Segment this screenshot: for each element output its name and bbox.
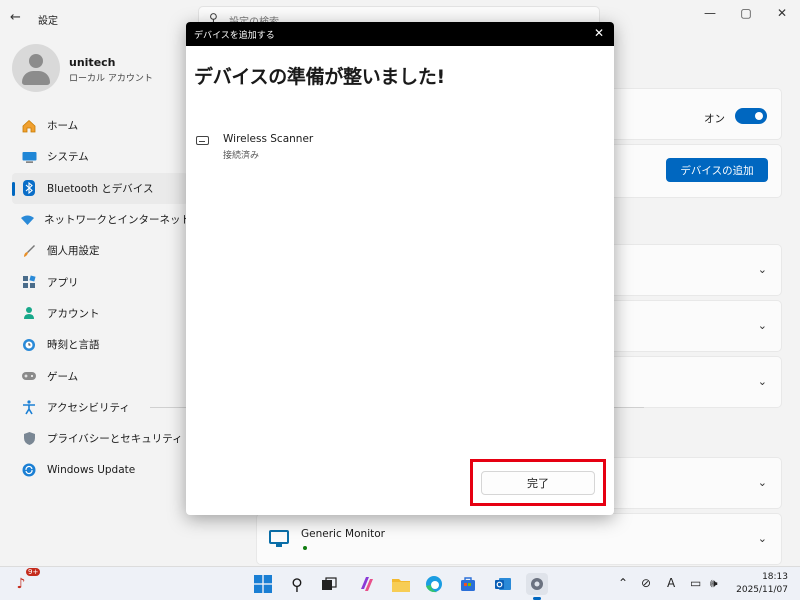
dialog-close-button[interactable]: ✕ [594,26,604,40]
user-name: unitech [69,56,116,69]
start-button[interactable] [252,573,274,595]
sidebar-item-apps[interactable]: アプリ [12,266,188,297]
apps-icon [20,274,38,290]
sidebar-item-label: アカウント [47,307,100,320]
add-device-dialog: デバイスを追加する ✕ デバイスの準備が整いました! Wireless Scan… [186,22,614,515]
account-icon [20,305,38,321]
edge-icon[interactable] [423,573,445,595]
search-icon[interactable]: ⚲ [286,573,308,595]
sidebar-item-label: システム [47,151,89,164]
sidebar-item-label: ネットワークとインターネット [44,214,191,227]
dialog-heading: デバイスの準備が整いました! [194,66,445,88]
bluetooth-toggle-label: オン [704,113,725,125]
shield-icon [20,431,38,447]
copilot-icon[interactable] [356,573,378,595]
account-type: ローカル アカウント [69,74,153,84]
display-icon[interactable]: ▭ [690,576,701,590]
monitor-icon [269,530,289,547]
connected-status-dot [303,546,307,550]
ime-indicator[interactable]: A [667,576,675,590]
highlight-frame: 完了 [470,459,606,506]
settings-gear-icon[interactable] [526,573,548,595]
app-title: 設定 [38,16,58,27]
avatar [12,44,60,92]
sidebar-nav: ホーム システム Bluetooth とデバイス ネットワークとインターネット … [12,110,191,486]
accessibility-icon [20,399,38,415]
sidebar-item-accounts[interactable]: アカウント [12,298,188,329]
chevron-down-icon: ⌄ [757,532,767,545]
back-arrow-icon[interactable]: ← [10,10,26,26]
clock-date[interactable]: 2025/11/07 [736,585,788,595]
speaker-icon[interactable]: 🕪 [710,576,718,591]
task-view-icon[interactable] [318,573,340,595]
clock-globe-icon [20,337,38,353]
widgets-icon[interactable]: ♪ [10,573,32,595]
sidebar-item-time-language[interactable]: 時刻と言語 [12,329,188,360]
chevron-down-icon: ⌄ [757,263,767,276]
sidebar-item-bluetooth[interactable]: Bluetooth とデバイス [12,172,188,204]
chevron-down-icon: ⌄ [757,319,767,332]
chevron-down-icon: ⌄ [757,476,767,489]
network-off-icon[interactable]: ⊘ [641,576,651,590]
sidebar-item-system[interactable]: システム [12,141,188,172]
home-icon [20,118,38,134]
brush-icon [20,243,38,259]
device-name: Wireless Scanner [223,133,314,145]
gamepad-icon [20,368,38,384]
clock-time[interactable]: 18:13 [762,572,788,582]
sidebar-item-label: ホーム [47,120,79,133]
sidebar-item-gaming[interactable]: ゲーム [12,360,188,391]
device-status: 接続済み [223,151,260,161]
keyboard-icon [196,136,209,145]
dialog-title: デバイスを追加する [194,31,275,41]
dialog-title-bar: デバイスを追加する ✕ [186,22,614,46]
show-hidden-icons-icon[interactable]: ⌃ [618,576,628,590]
notification-badge: 9+ [26,568,41,576]
update-icon [20,462,38,478]
sidebar-item-label: ゲーム [47,370,79,383]
divider [614,407,644,408]
generic-monitor-card[interactable]: Generic Monitor ⌄ [256,513,782,565]
sidebar-item-label: アプリ [47,276,79,289]
outlook-icon[interactable] [492,573,514,595]
add-device-button[interactable]: デバイスの追加 [666,158,768,182]
sidebar-item-label: Windows Update [47,463,136,476]
sidebar-item-privacy[interactable]: プライバシーとセキュリティ [12,423,188,454]
network-icon [20,212,35,228]
store-icon[interactable] [457,573,479,595]
sidebar-item-network[interactable]: ネットワークとインターネット [12,204,191,235]
file-explorer-icon[interactable] [390,573,412,595]
sidebar-item-windows-update[interactable]: Windows Update [12,454,188,485]
sidebar-item-label: Bluetooth とデバイス [47,182,154,195]
chevron-down-icon: ⌄ [757,375,767,388]
sidebar-item-label: 個人用設定 [47,245,100,258]
sidebar-item-label: 時刻と言語 [47,339,100,352]
system-icon [20,149,38,165]
bluetooth-icon [20,180,38,197]
sidebar-item-home[interactable]: ホーム [12,110,188,141]
done-button[interactable]: 完了 [481,471,595,495]
sidebar-item-personalization[interactable]: 個人用設定 [12,235,188,266]
bluetooth-toggle[interactable] [735,108,767,124]
sidebar-item-label: プライバシーとセキュリティ [47,433,183,446]
generic-monitor-name: Generic Monitor [301,528,385,540]
taskbar: ♪ ⚲ ⌃ ⊘ A ▭ 🕪 18:13 2025/11/07 [0,566,800,600]
sidebar-item-label: アクセシビリティ [47,401,130,414]
